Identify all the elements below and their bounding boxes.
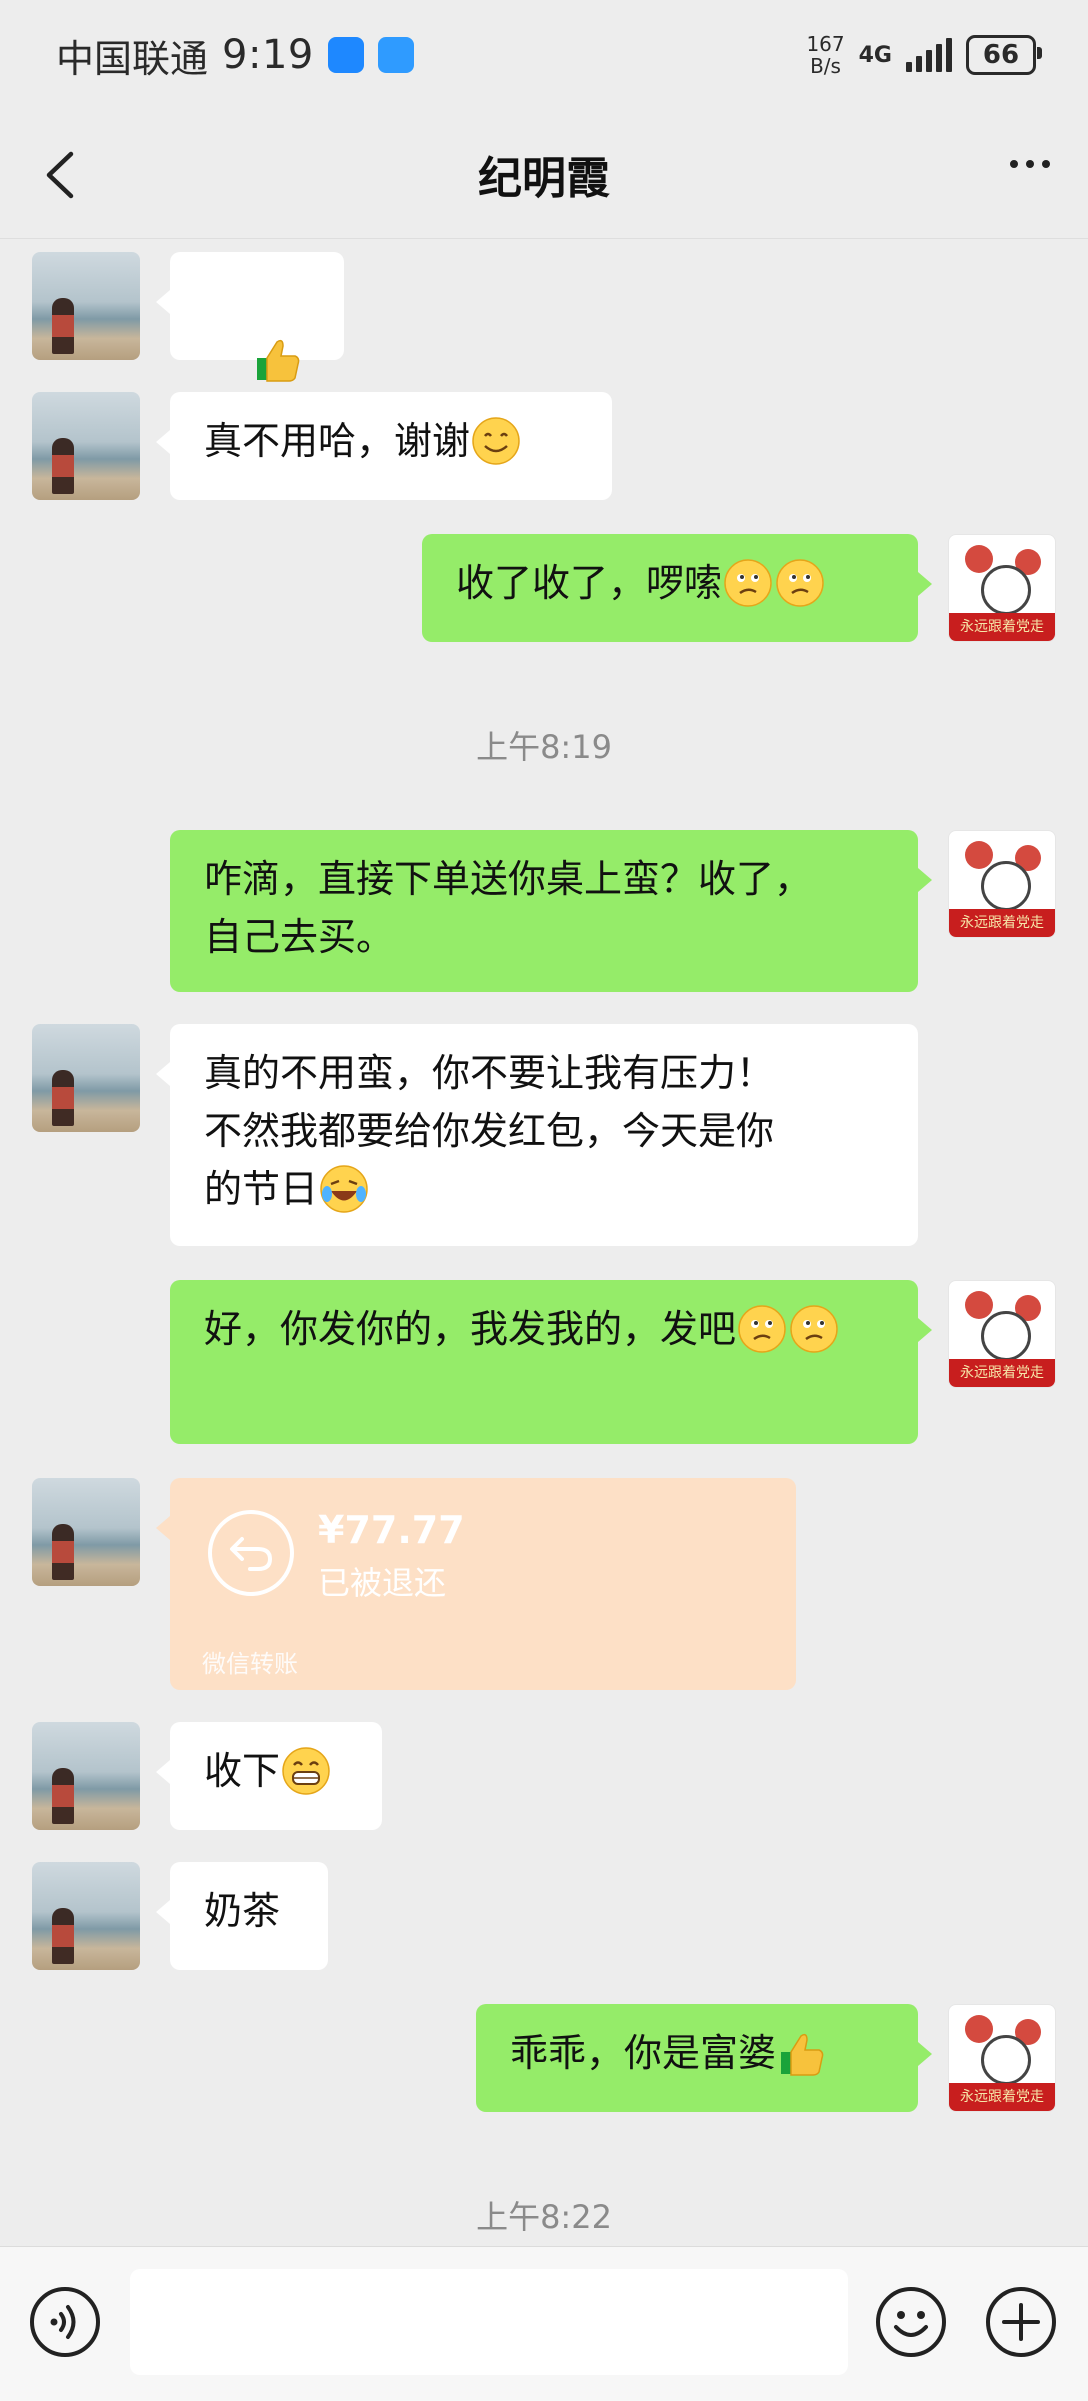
smile-emoji-icon bbox=[471, 416, 521, 466]
emoji-icon bbox=[876, 2287, 946, 2357]
status-left: 中国联通 9:19 bbox=[56, 28, 414, 83]
friend-avatar[interactable] bbox=[32, 1478, 140, 1586]
message-text: 奶茶 bbox=[204, 1889, 281, 1933]
self-avatar[interactable]: 永远跟着党走 bbox=[948, 1280, 1056, 1388]
message-text: 乖乖，你是富婆 bbox=[510, 2031, 777, 2075]
more-dots-icon bbox=[1010, 160, 1018, 168]
confused-emoji-icon bbox=[737, 1304, 787, 1354]
avatar-banner-text: 永远跟着党走 bbox=[949, 613, 1055, 641]
confused-emoji-icon bbox=[723, 558, 773, 608]
speed-value: 167 bbox=[806, 32, 845, 56]
return-arrow-icon bbox=[208, 1510, 294, 1596]
voice-icon bbox=[30, 2287, 100, 2357]
chat-header: 纪明霞 bbox=[0, 110, 1088, 239]
plus-button[interactable] bbox=[984, 2285, 1058, 2359]
message-bubble[interactable] bbox=[156, 252, 344, 440]
transfer-label: 微信转账 bbox=[202, 1650, 298, 1678]
thumbs-up-icon bbox=[777, 2028, 827, 2078]
message-text: 真的不用蛮，你不要让我有压力！ 不然我都要给你发红包，今天是你 的节日 bbox=[204, 1051, 775, 1211]
speed-unit: B/s bbox=[810, 54, 841, 78]
back-button[interactable] bbox=[40, 148, 80, 202]
friend-avatar[interactable] bbox=[32, 1722, 140, 1830]
status-bar: 中国联通 9:19 167 B/s 4G 66 bbox=[0, 0, 1088, 110]
message-bubble[interactable]: 收下 bbox=[156, 1722, 382, 1830]
transfer-card[interactable]: ¥77.77 已被退还 微信转账 bbox=[156, 1478, 796, 1690]
chat-title: 纪明霞 bbox=[478, 153, 610, 204]
voice-button[interactable] bbox=[28, 2285, 102, 2359]
self-avatar[interactable]: 永远跟着党走 bbox=[948, 2004, 1056, 2112]
self-avatar[interactable]: 永远跟着党走 bbox=[948, 830, 1056, 938]
friend-avatar[interactable] bbox=[32, 1862, 140, 1970]
plus-icon bbox=[986, 2287, 1056, 2357]
transfer-status: 已被退还 bbox=[318, 1564, 447, 1602]
emoji-button[interactable] bbox=[874, 2285, 948, 2359]
shield-icon bbox=[327, 37, 364, 73]
message-input[interactable] bbox=[130, 2269, 848, 2375]
carrier-name: 中国联通 bbox=[56, 36, 209, 81]
grin-emoji-icon bbox=[281, 1746, 331, 1796]
message-bubble[interactable]: 乖乖，你是富婆 bbox=[476, 2004, 932, 2112]
status-time: 9:19 bbox=[222, 32, 314, 78]
friend-avatar[interactable] bbox=[32, 252, 140, 360]
friend-avatar[interactable] bbox=[32, 392, 140, 500]
message-bubble[interactable]: 真的不用蛮，你不要让我有压力！ 不然我都要给你发红包，今天是你 的节日 bbox=[156, 1024, 918, 1246]
message-text: 真不用哈，谢谢 bbox=[204, 419, 471, 463]
chevron-left-icon bbox=[46, 151, 74, 199]
message-bubble[interactable]: 奶茶 bbox=[156, 1862, 328, 1970]
friend-avatar[interactable] bbox=[32, 1024, 140, 1132]
chat-input-bar bbox=[0, 2246, 1088, 2401]
transfer-amount: ¥77.77 bbox=[318, 1508, 465, 1552]
message-text: 收下 bbox=[204, 1749, 281, 1793]
weather-icon bbox=[377, 37, 414, 73]
avatar-banner-text: 永远跟着党走 bbox=[949, 2083, 1055, 2111]
message-timestamp: 上午8:22 bbox=[476, 2198, 612, 2236]
message-text: 咋滴，直接下单送你桌上蛮？收了， 自己去买。 bbox=[204, 857, 813, 959]
network-speed: 167 B/s bbox=[806, 33, 844, 77]
confused-emoji-icon bbox=[775, 558, 825, 608]
signal-icon bbox=[906, 38, 952, 72]
thumbs-up-icon bbox=[253, 334, 303, 384]
message-text: 好，你发你的，我发我的，发吧 bbox=[204, 1307, 737, 1351]
message-bubble[interactable]: 好，你发你的，我发我的，发吧 bbox=[170, 1280, 932, 1444]
battery-icon: 66 bbox=[966, 35, 1042, 75]
avatar-banner-text: 永远跟着党走 bbox=[949, 1359, 1055, 1387]
more-button[interactable] bbox=[1010, 160, 1050, 168]
confused-emoji-icon bbox=[789, 1304, 839, 1354]
battery-level: 66 bbox=[982, 40, 1020, 70]
message-bubble[interactable]: 真不用哈，谢谢 bbox=[156, 392, 612, 500]
message-text: 收了收了，啰嗦 bbox=[456, 561, 723, 605]
message-timestamp: 上午8:19 bbox=[476, 728, 612, 766]
status-right: 167 B/s 4G 66 bbox=[806, 33, 1042, 77]
self-avatar[interactable]: 永远跟着党走 bbox=[948, 534, 1056, 642]
avatar-banner-text: 永远跟着党走 bbox=[949, 909, 1055, 937]
message-bubble[interactable]: 咋滴，直接下单送你桌上蛮？收了， 自己去买。 bbox=[170, 830, 932, 992]
message-bubble[interactable]: 收了收了，啰嗦 bbox=[422, 534, 932, 642]
network-type: 4G bbox=[858, 42, 892, 68]
laughing-tears-emoji-icon bbox=[319, 1164, 369, 1214]
